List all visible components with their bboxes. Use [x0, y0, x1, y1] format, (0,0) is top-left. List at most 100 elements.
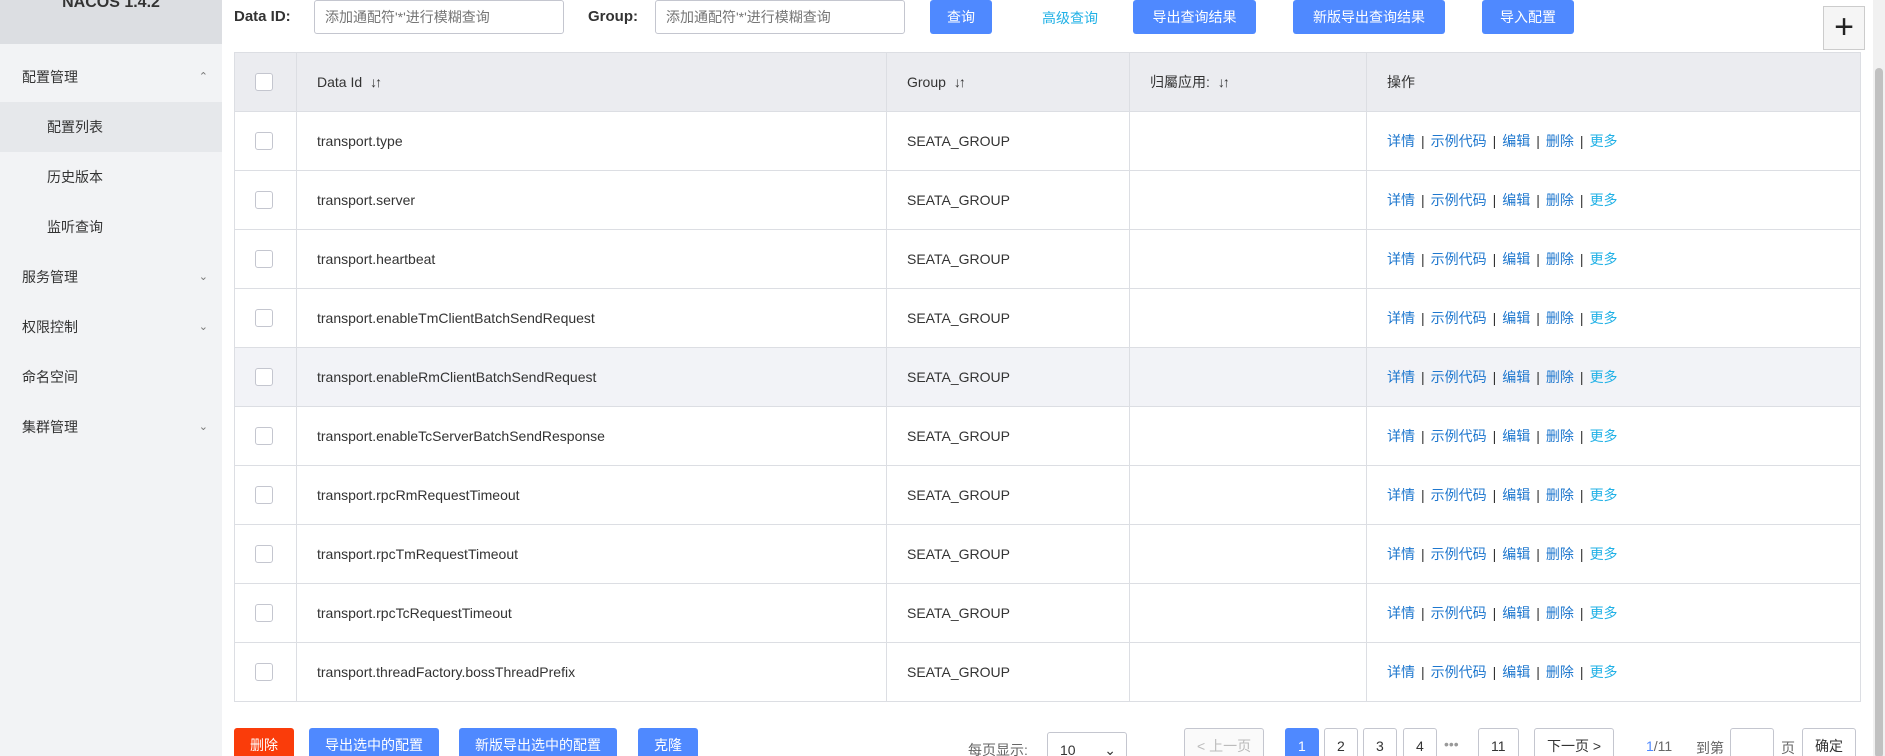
page-size-select[interactable]: 10 ⌄ — [1047, 732, 1127, 756]
delete-link[interactable]: 删除 — [1546, 133, 1574, 149]
edit-link[interactable]: 编辑 — [1502, 428, 1530, 444]
sort-icon[interactable]: ↓↑ — [370, 74, 382, 90]
sample-code-link[interactable]: 示例代码 — [1431, 546, 1487, 562]
sample-code-link[interactable]: 示例代码 — [1431, 487, 1487, 503]
delete-selected-button[interactable]: 删除 — [234, 728, 294, 756]
delete-link[interactable]: 删除 — [1546, 428, 1574, 444]
detail-link[interactable]: 详情 — [1387, 310, 1415, 326]
sample-code-link[interactable]: 示例代码 — [1431, 133, 1487, 149]
col-group[interactable]: Group ↓↑ — [886, 52, 1130, 112]
detail-link[interactable]: 详情 — [1387, 605, 1415, 621]
advanced-query-link[interactable]: 高级查询 — [1042, 8, 1098, 28]
delete-link[interactable]: 删除 — [1546, 192, 1574, 208]
edit-link[interactable]: 编辑 — [1502, 369, 1530, 385]
sample-code-link[interactable]: 示例代码 — [1431, 251, 1487, 267]
sidebar-item-listener-query[interactable]: 监听查询 — [0, 202, 222, 252]
detail-link[interactable]: 详情 — [1387, 369, 1415, 385]
edit-link[interactable]: 编辑 — [1502, 310, 1530, 326]
row-checkbox[interactable] — [255, 545, 273, 564]
delete-link[interactable]: 删除 — [1546, 251, 1574, 267]
sample-code-link[interactable]: 示例代码 — [1431, 664, 1487, 680]
row-checkbox[interactable] — [255, 663, 273, 682]
sidebar-item-history[interactable]: 历史版本 — [0, 152, 222, 202]
page-button-4[interactable]: 4 — [1403, 728, 1437, 756]
more-link[interactable]: 更多 — [1590, 487, 1618, 503]
app-cell — [1129, 465, 1367, 525]
row-checkbox[interactable] — [255, 250, 273, 269]
sidebar-item-config-management[interactable]: 配置管理 ⌃ — [0, 52, 222, 102]
row-checkbox[interactable] — [255, 486, 273, 505]
delete-link[interactable]: 删除 — [1546, 664, 1574, 680]
sample-code-link[interactable]: 示例代码 — [1431, 428, 1487, 444]
clone-button[interactable]: 克隆 — [638, 728, 698, 756]
sidebar-item-cluster-management[interactable]: 集群管理 ⌄ — [0, 402, 222, 452]
query-button[interactable]: 查询 — [930, 0, 992, 34]
more-link[interactable]: 更多 — [1590, 546, 1618, 562]
more-link[interactable]: 更多 — [1590, 369, 1618, 385]
detail-link[interactable]: 详情 — [1387, 251, 1415, 267]
sort-icon[interactable]: ↓↑ — [1218, 74, 1230, 90]
detail-link[interactable]: 详情 — [1387, 546, 1415, 562]
more-link[interactable]: 更多 — [1590, 251, 1618, 267]
sort-icon[interactable]: ↓↑ — [954, 74, 966, 90]
sidebar-item-config-list[interactable]: 配置列表 — [0, 102, 222, 152]
goto-confirm-button[interactable]: 确定 — [1802, 728, 1856, 756]
detail-link[interactable]: 详情 — [1387, 192, 1415, 208]
export-results-button[interactable]: 导出查询结果 — [1133, 0, 1256, 34]
detail-link[interactable]: 详情 — [1387, 664, 1415, 680]
row-checkbox[interactable] — [255, 132, 273, 151]
prev-page-button[interactable]: < 上一页 — [1184, 728, 1265, 756]
next-page-button[interactable]: 下一页 > — [1534, 728, 1615, 756]
delete-link[interactable]: 删除 — [1546, 487, 1574, 503]
data-id-input[interactable] — [314, 0, 564, 34]
goto-page-input[interactable] — [1730, 728, 1774, 756]
edit-link[interactable]: 编辑 — [1502, 251, 1530, 267]
more-link[interactable]: 更多 — [1590, 310, 1618, 326]
col-app[interactable]: 归屬应用: ↓↑ — [1129, 52, 1367, 112]
sample-code-link[interactable]: 示例代码 — [1431, 605, 1487, 621]
page-button-2[interactable]: 2 — [1324, 728, 1358, 756]
edit-link[interactable]: 编辑 — [1502, 133, 1530, 149]
detail-link[interactable]: 详情 — [1387, 133, 1415, 149]
delete-link[interactable]: 删除 — [1546, 546, 1574, 562]
more-link[interactable]: 更多 — [1590, 664, 1618, 680]
sidebar-item-namespace[interactable]: 命名空间 — [0, 352, 222, 402]
edit-link[interactable]: 编辑 — [1502, 546, 1530, 562]
more-link[interactable]: 更多 — [1590, 605, 1618, 621]
delete-link[interactable]: 删除 — [1546, 369, 1574, 385]
import-config-button[interactable]: 导入配置 — [1482, 0, 1574, 34]
page-button-11[interactable]: 11 — [1478, 728, 1519, 756]
row-checkbox[interactable] — [255, 427, 273, 446]
edit-link[interactable]: 编辑 — [1502, 605, 1530, 621]
delete-link[interactable]: 删除 — [1546, 310, 1574, 326]
row-checkbox[interactable] — [255, 191, 273, 210]
scrollbar-thumb[interactable] — [1875, 68, 1883, 756]
group-input[interactable] — [655, 0, 905, 34]
sidebar-item-service-management[interactable]: 服务管理 ⌄ — [0, 252, 222, 302]
sample-code-link[interactable]: 示例代码 — [1431, 310, 1487, 326]
select-all-checkbox[interactable] — [255, 73, 273, 92]
vertical-scrollbar[interactable] — [1873, 0, 1885, 756]
page-button-3[interactable]: 3 — [1363, 728, 1397, 756]
delete-link[interactable]: 删除 — [1546, 605, 1574, 621]
row-checkbox[interactable] — [255, 604, 273, 623]
sidebar-item-permission-control[interactable]: 权限控制 ⌄ — [0, 302, 222, 352]
page-button-1[interactable]: 1 — [1285, 728, 1319, 756]
new-export-results-button[interactable]: 新版导出查询结果 — [1293, 0, 1445, 34]
edit-link[interactable]: 编辑 — [1502, 192, 1530, 208]
add-config-button[interactable]: + — [1823, 6, 1865, 50]
edit-link[interactable]: 编辑 — [1502, 664, 1530, 680]
export-selected-button[interactable]: 导出选中的配置 — [309, 728, 439, 756]
sample-code-link[interactable]: 示例代码 — [1431, 192, 1487, 208]
col-data-id[interactable]: Data Id ↓↑ — [296, 52, 887, 112]
detail-link[interactable]: 详情 — [1387, 428, 1415, 444]
row-checkbox[interactable] — [255, 309, 273, 328]
sample-code-link[interactable]: 示例代码 — [1431, 369, 1487, 385]
detail-link[interactable]: 详情 — [1387, 487, 1415, 503]
row-checkbox[interactable] — [255, 368, 273, 387]
new-export-selected-button[interactable]: 新版导出选中的配置 — [459, 728, 617, 756]
more-link[interactable]: 更多 — [1590, 192, 1618, 208]
edit-link[interactable]: 编辑 — [1502, 487, 1530, 503]
more-link[interactable]: 更多 — [1590, 133, 1618, 149]
more-link[interactable]: 更多 — [1590, 428, 1618, 444]
